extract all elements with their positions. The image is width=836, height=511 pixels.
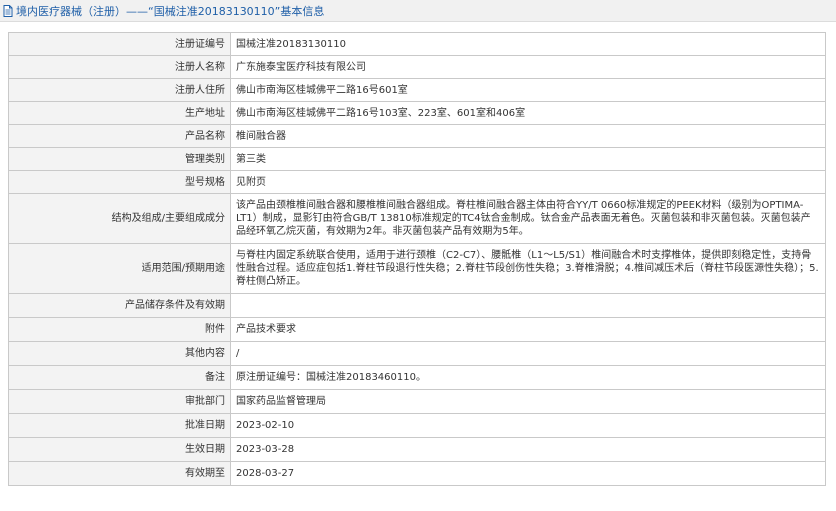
page-header: 境内医疗器械（注册）——“国械注准20183130110”基本信息 bbox=[0, 0, 836, 22]
table-row: 型号规格 见附页 bbox=[8, 170, 826, 194]
table-row: 注册人住所 佛山市南海区桂城佛平二路16号601室 bbox=[8, 78, 826, 102]
table-row: 产品储存条件及有效期 bbox=[8, 293, 826, 318]
table-row: 管理类别 第三类 bbox=[8, 147, 826, 171]
table-row: 结构及组成/主要组成成分 该产品由颈椎椎间融合器和腰椎椎间融合器组成。脊柱椎间融… bbox=[8, 193, 826, 244]
table-row: 备注 原注册证编号：国械注准20183460110。 bbox=[8, 365, 826, 390]
field-label: 其他内容 bbox=[8, 341, 231, 366]
field-value: 2028-03-27 bbox=[230, 461, 826, 486]
field-value: 佛山市南海区桂城佛平二路16号103室、223室、601室和406室 bbox=[230, 101, 826, 125]
table-row: 注册人名称 广东施泰宝医疗科技有限公司 bbox=[8, 55, 826, 79]
field-label: 备注 bbox=[8, 365, 231, 390]
table-row: 产品名称 椎间融合器 bbox=[8, 124, 826, 148]
field-label: 有效期至 bbox=[8, 461, 231, 486]
document-icon bbox=[3, 4, 13, 17]
table-row: 适用范围/预期用途 与脊柱内固定系统联合使用，适用于进行颈椎（C2-C7）、腰骶… bbox=[8, 243, 826, 294]
page: 境内医疗器械（注册）——“国械注准20183130110”基本信息 注册证编号 … bbox=[0, 0, 836, 511]
field-value: 椎间融合器 bbox=[230, 124, 826, 148]
field-label: 生效日期 bbox=[8, 437, 231, 462]
field-label: 审批部门 bbox=[8, 389, 231, 414]
field-value: 产品技术要求 bbox=[230, 317, 826, 342]
field-value: 广东施泰宝医疗科技有限公司 bbox=[230, 55, 826, 79]
field-label: 批准日期 bbox=[8, 413, 231, 438]
field-label: 注册人名称 bbox=[8, 55, 231, 79]
field-value: 2023-02-10 bbox=[230, 413, 826, 438]
field-label: 附件 bbox=[8, 317, 231, 342]
field-value bbox=[230, 293, 826, 318]
table-row: 批准日期 2023-02-10 bbox=[8, 413, 826, 438]
field-label: 产品名称 bbox=[8, 124, 231, 148]
field-label: 适用范围/预期用途 bbox=[8, 243, 231, 294]
field-label: 注册证编号 bbox=[8, 32, 231, 56]
field-label: 结构及组成/主要组成成分 bbox=[8, 193, 231, 244]
table-row: 注册证编号 国械注准20183130110 bbox=[8, 32, 826, 56]
page-title: 境内医疗器械（注册）——“国械注准20183130110”基本信息 bbox=[16, 4, 325, 18]
field-value: 第三类 bbox=[230, 147, 826, 171]
field-value: 原注册证编号：国械注准20183460110。 bbox=[230, 365, 826, 390]
table-row: 附件 产品技术要求 bbox=[8, 317, 826, 342]
field-label: 管理类别 bbox=[8, 147, 231, 171]
table-row: 审批部门 国家药品监督管理局 bbox=[8, 389, 826, 414]
field-label: 型号规格 bbox=[8, 170, 231, 194]
field-label: 注册人住所 bbox=[8, 78, 231, 102]
field-value: 见附页 bbox=[230, 170, 826, 194]
table-row: 有效期至 2028-03-27 bbox=[8, 461, 826, 486]
table-row: 生产地址 佛山市南海区桂城佛平二路16号103室、223室、601室和406室 bbox=[8, 101, 826, 125]
table-row: 生效日期 2023-03-28 bbox=[8, 437, 826, 462]
field-value: 佛山市南海区桂城佛平二路16号601室 bbox=[230, 78, 826, 102]
field-label: 生产地址 bbox=[8, 101, 231, 125]
registration-info-table: 注册证编号 国械注准20183130110 注册人名称 广东施泰宝医疗科技有限公… bbox=[8, 32, 826, 486]
field-value: 该产品由颈椎椎间融合器和腰椎椎间融合器组成。脊柱椎间融合器主体由符合YY/T 0… bbox=[230, 193, 826, 244]
field-value: / bbox=[230, 341, 826, 366]
field-value: 国械注准20183130110 bbox=[230, 32, 826, 56]
field-value: 国家药品监督管理局 bbox=[230, 389, 826, 414]
table-row: 其他内容 / bbox=[8, 341, 826, 366]
field-value: 与脊柱内固定系统联合使用，适用于进行颈椎（C2-C7）、腰骶椎（L1～L5/S1… bbox=[230, 243, 826, 294]
field-label: 产品储存条件及有效期 bbox=[8, 293, 231, 318]
field-value: 2023-03-28 bbox=[230, 437, 826, 462]
